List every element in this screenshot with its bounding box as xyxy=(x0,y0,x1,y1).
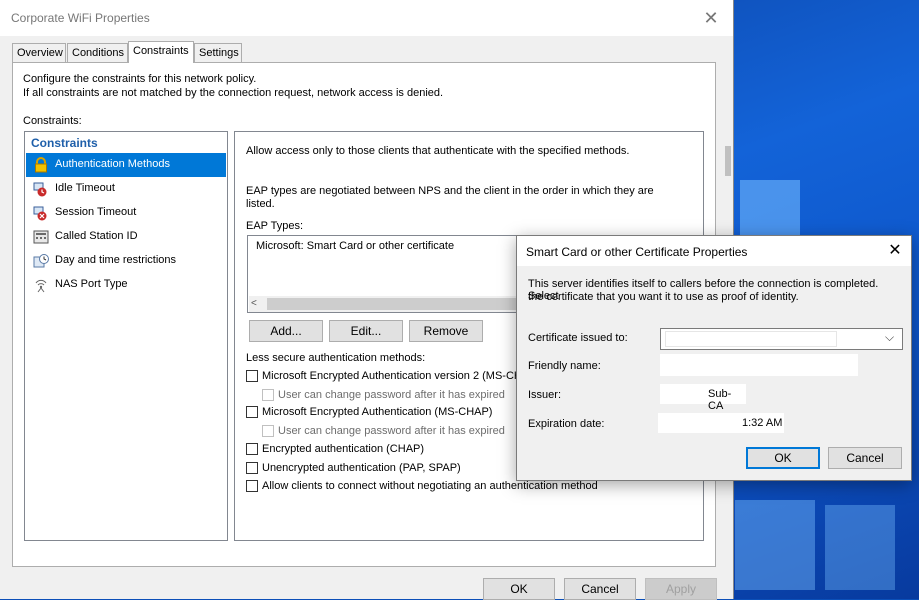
close-icon[interactable]: ✕ xyxy=(883,240,907,262)
mschap-change-password-label: User can change password after it has ex… xyxy=(278,425,505,437)
tab-label: Conditions xyxy=(72,47,124,59)
wallpaper-pane xyxy=(735,500,815,590)
wallpaper-pane xyxy=(825,505,895,590)
nas-port-icon xyxy=(35,279,47,293)
tree-item-label: Called Station ID xyxy=(55,230,138,242)
dialog-title: Smart Card or other Certificate Properti… xyxy=(526,245,748,259)
tab-settings[interactable]: Settings xyxy=(194,43,242,62)
close-icon[interactable]: ✕ xyxy=(694,6,728,30)
detail-intro: Allow access only to those clients that … xyxy=(246,145,630,157)
tree-item-label: Session Timeout xyxy=(55,206,137,218)
cert-issued-label: Certificate issued to: xyxy=(528,332,628,344)
chap-checkbox[interactable] xyxy=(246,443,258,455)
add-eap-button[interactable]: Add... xyxy=(249,320,323,342)
horizontal-scrollbar[interactable]: < xyxy=(249,296,547,312)
certificate-properties-dialog: Smart Card or other Certificate Properti… xyxy=(516,235,912,481)
friendly-name-label: Friendly name: xyxy=(528,360,601,372)
tab-conditions[interactable]: Conditions xyxy=(67,43,128,62)
clock-icon xyxy=(33,254,49,268)
ok-button[interactable]: OK xyxy=(483,578,555,600)
scroll-left-icon[interactable]: < xyxy=(251,298,257,309)
constraints-label: Constraints: xyxy=(23,115,82,127)
tab-label: Constraints xyxy=(133,45,189,57)
edit-eap-button[interactable]: Edit... xyxy=(329,320,403,342)
tree-item-called-station-id[interactable]: Called Station ID xyxy=(26,225,226,249)
tree-item-label: Authentication Methods xyxy=(55,158,170,170)
tab-overview[interactable]: Overview xyxy=(12,43,66,62)
title-bar[interactable]: Smart Card or other Certificate Properti… xyxy=(517,236,911,266)
mschapv2-change-password-label: User can change password after it has ex… xyxy=(278,389,505,401)
expiration-field: 1:32 AM xyxy=(658,413,784,433)
less-secure-label: Less secure authentication methods: xyxy=(246,352,426,364)
scrollbar-thumb[interactable] xyxy=(267,298,537,310)
page-description: Configure the constraints for this netwo… xyxy=(23,73,257,85)
mschap-change-password-checkbox[interactable] xyxy=(262,425,274,437)
apply-button[interactable]: Apply xyxy=(645,578,717,600)
cancel-button[interactable]: Cancel xyxy=(828,447,902,469)
mschapv2-change-password-checkbox[interactable] xyxy=(262,389,274,401)
tree-item-nas-port-type[interactable]: NAS Port Type xyxy=(26,273,226,297)
cancel-button[interactable]: Cancel xyxy=(564,578,636,600)
tree-item-session-timeout[interactable]: Session Timeout xyxy=(26,201,226,225)
list-item[interactable]: Microsoft: Smart Card or other certifica… xyxy=(256,240,454,252)
window-title: Corporate WiFi Properties xyxy=(11,11,150,25)
title-bar[interactable]: Corporate WiFi Properties ✕ xyxy=(0,0,733,36)
called-station-icon xyxy=(33,230,49,244)
chap-label: Encrypted authentication (CHAP) xyxy=(262,443,425,455)
mschapv2-label: Microsoft Encrypted Authentication versi… xyxy=(262,370,537,382)
scrollbar-thumb[interactable] xyxy=(725,146,731,176)
pap-spap-label: Unencrypted authentication (PAP, SPAP) xyxy=(262,462,461,474)
lock-icon xyxy=(35,157,47,173)
constraints-tree[interactable]: Constraints Authentication Methods Idle … xyxy=(24,131,228,541)
idle-timeout-icon xyxy=(33,182,47,197)
cert-issued-dropdown[interactable]: ⌵ xyxy=(660,328,903,350)
eap-note: EAP types are negotiated between NPS and… xyxy=(246,185,654,197)
mschap-label: Microsoft Encrypted Authentication (MS-C… xyxy=(262,406,493,418)
tree-item-authentication-methods[interactable]: Authentication Methods xyxy=(26,153,226,177)
pap-spap-checkbox[interactable] xyxy=(246,462,258,474)
issuer-label: Issuer: xyxy=(528,389,562,401)
remove-eap-button[interactable]: Remove xyxy=(409,320,483,342)
tree-item-label: NAS Port Type xyxy=(55,278,128,290)
no-auth-method-label: Allow clients to connect without negotia… xyxy=(262,480,598,492)
ok-button[interactable]: OK xyxy=(746,447,820,469)
no-auth-method-checkbox[interactable] xyxy=(246,480,258,492)
friendly-name-field xyxy=(660,354,858,376)
eap-note: listed. xyxy=(246,198,275,210)
mschap-checkbox[interactable] xyxy=(246,406,258,418)
tree-header: Constraints xyxy=(31,136,98,150)
dialog-description: the certificate that you want it to use … xyxy=(528,291,799,303)
session-timeout-icon xyxy=(33,206,47,221)
chevron-down-icon[interactable]: ⌵ xyxy=(885,330,894,345)
tree-item-idle-timeout[interactable]: Idle Timeout xyxy=(26,177,226,201)
tab-label: Overview xyxy=(17,47,63,59)
tab-label: Settings xyxy=(199,47,239,59)
tab-constraints[interactable]: Constraints xyxy=(128,41,194,63)
eap-types-list[interactable]: Microsoft: Smart Card or other certifica… xyxy=(247,235,547,313)
cert-issued-value xyxy=(665,331,837,347)
page-description: If all constraints are not matched by th… xyxy=(23,87,444,99)
issuer-field: Sub-CA xyxy=(660,384,746,412)
mschapv2-checkbox[interactable] xyxy=(246,370,258,382)
eap-types-label: EAP Types: xyxy=(246,220,304,232)
tree-item-day-time-restrictions[interactable]: Day and time restrictions xyxy=(26,249,226,273)
tree-item-label: Idle Timeout xyxy=(55,182,115,194)
tree-item-label: Day and time restrictions xyxy=(55,254,177,266)
expiration-label: Expiration date: xyxy=(528,418,605,430)
